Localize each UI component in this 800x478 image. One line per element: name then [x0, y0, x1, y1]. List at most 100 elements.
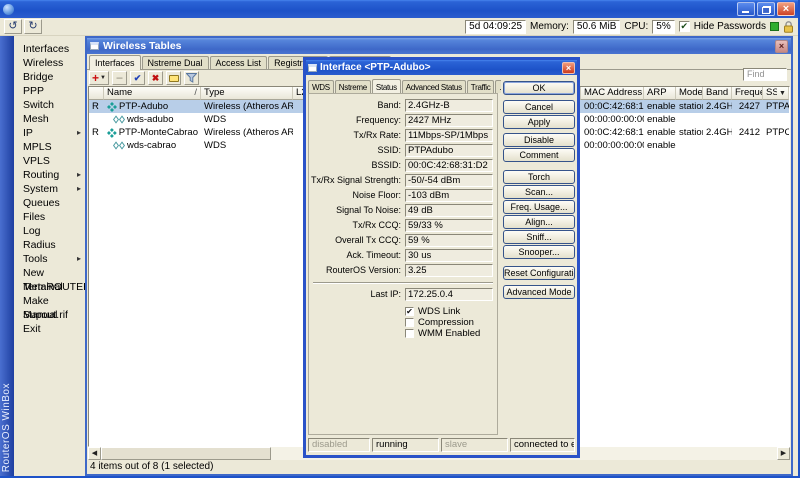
column-header-mode[interactable]: Mode — [676, 87, 703, 100]
scrollbar-thumb[interactable] — [101, 447, 271, 460]
sidebar-item-bridge[interactable]: Bridge — [14, 70, 85, 84]
column-header-flags[interactable] — [89, 87, 104, 100]
column-header-frequency[interactable]: Frequen... — [732, 87, 763, 100]
freq-usage-button[interactable]: Freq. Usage... — [503, 200, 575, 214]
hide-passwords-checkbox[interactable]: ✔ — [679, 21, 690, 32]
field-label: Tx/Rx Rate: — [309, 129, 401, 142]
sidebar-item-radius[interactable]: Radius — [14, 238, 85, 252]
wds-link-checkbox[interactable]: ✔ — [405, 307, 414, 316]
sidebar-item-wireless[interactable]: Wireless — [14, 56, 85, 70]
sidebar-item-system[interactable]: System▸ — [14, 182, 85, 196]
sidebar-item-metarouter[interactable]: MetaROUTER — [14, 280, 85, 294]
memory-label: Memory: — [530, 21, 569, 32]
filter-button[interactable] — [184, 71, 199, 85]
brand-text: RouterOS WinBox — [1, 383, 12, 472]
minimize-icon — [742, 11, 749, 13]
items-status-bar: 4 items out of 8 (1 selected) — [87, 460, 791, 474]
ok-button[interactable]: OK — [503, 81, 575, 95]
dialog-close-button[interactable]: × — [562, 62, 575, 74]
tab-interfaces[interactable]: Interfaces — [89, 55, 141, 70]
tab-more[interactable]: ... — [495, 80, 501, 93]
tab-traffic[interactable]: Traffic — [467, 80, 495, 93]
dialog-titlebar[interactable]: Interface <PTP-Adubo> × — [306, 60, 577, 75]
ack-timeout-value: 30 us — [405, 249, 493, 262]
remove-button[interactable]: − — [112, 71, 127, 85]
wireless-tables-close-button[interactable]: × — [775, 40, 788, 53]
reset-configuration-button[interactable]: Reset Configuration — [503, 266, 575, 280]
comment-button[interactable]: Comment — [503, 148, 575, 162]
column-header-mac-address[interactable]: MAC Address — [581, 87, 644, 100]
field-label: Ack. Timeout: — [309, 249, 401, 262]
submenu-arrow-icon: ▸ — [77, 182, 81, 196]
field-label: Last IP: — [309, 288, 401, 301]
sidebar-item-routing[interactable]: Routing▸ — [14, 168, 85, 182]
compression-label: Compression — [418, 317, 474, 328]
tab-nstreme[interactable]: Nstreme — [335, 80, 371, 93]
apply-button[interactable]: Apply — [503, 115, 575, 129]
disable-button[interactable]: Disable — [503, 133, 575, 147]
advanced-mode-button[interactable]: Advanced Mode — [503, 285, 575, 299]
redo-button[interactable]: ↻ — [24, 19, 42, 34]
dialog-status-strip: disabled running slave connected to ess — [308, 438, 575, 452]
ssid-value: PTPAdubo — [405, 144, 493, 157]
scan-button[interactable]: Scan... — [503, 185, 575, 199]
tab-nstreme-dual[interactable]: Nstreme Dual — [142, 56, 209, 69]
routeros-version-value: 3.25 — [405, 264, 493, 277]
sidebar-item-queues[interactable]: Queues — [14, 196, 85, 210]
winbox-app-window: × ↺ ↻ 5d 04:09:25 Memory: 50.6 MiB CPU: … — [0, 0, 800, 478]
restore-button[interactable] — [757, 2, 775, 16]
sidebar-item-mpls[interactable]: MPLS — [14, 140, 85, 154]
sidebar-item-ip[interactable]: IP▸ — [14, 126, 85, 140]
sidebar-item-ppp[interactable]: PPP — [14, 84, 85, 98]
comment-button[interactable] — [166, 71, 181, 85]
field-label: BSSID: — [309, 159, 401, 172]
wmm-enabled-label: WMM Enabled — [418, 328, 480, 339]
tab-access-list[interactable]: Access List — [210, 56, 268, 69]
enable-button[interactable]: ✔ — [130, 71, 145, 85]
disable-button[interactable]: ✖ — [148, 71, 163, 85]
sidebar-item-switch[interactable]: Switch — [14, 98, 85, 112]
scroll-left-button[interactable]: ◀ — [88, 447, 101, 460]
snooper-button[interactable]: Snooper... — [503, 245, 575, 259]
column-header-arp[interactable]: ARP — [644, 87, 676, 100]
status-running: running — [372, 438, 439, 452]
close-button[interactable]: × — [777, 2, 795, 16]
wmm-enabled-checkbox[interactable] — [405, 329, 414, 338]
scroll-right-button[interactable]: ▶ — [777, 447, 790, 460]
field-label: Noise Floor: — [309, 189, 401, 202]
sidebar-item-vpls[interactable]: VPLS — [14, 154, 85, 168]
sidebar-item-tools[interactable]: Tools▸ — [14, 252, 85, 266]
add-button[interactable]: +▼ — [89, 71, 109, 85]
column-header-band[interactable]: Band — [703, 87, 732, 100]
status-connected-to-ess: connected to ess — [510, 438, 575, 452]
memory-value: 50.6 MiB — [573, 20, 620, 34]
field-label: RouterOS Version: — [309, 264, 401, 277]
app-titlebar[interactable]: × — [0, 0, 798, 18]
cancel-button[interactable]: Cancel — [503, 100, 575, 114]
sidebar-item-new-terminal[interactable]: New Terminal — [14, 266, 85, 280]
column-chooser-icon[interactable]: ▼ — [777, 88, 788, 99]
sidebar-item-manual[interactable]: Manual — [14, 308, 85, 322]
align-button[interactable]: Align... — [503, 215, 575, 229]
wireless-tables-titlebar[interactable]: Wireless Tables × — [87, 38, 791, 54]
column-header-name[interactable]: Name/ — [104, 87, 201, 100]
tx-rx-ccq-value: 59/33 % — [405, 219, 493, 232]
column-header-type[interactable]: Type — [201, 87, 293, 100]
sidebar-item-interfaces[interactable]: Interfaces — [14, 42, 85, 56]
sidebar-item-mesh[interactable]: Mesh — [14, 112, 85, 126]
comment-icon — [169, 75, 179, 82]
tab-advanced-status[interactable]: Advanced Status — [402, 80, 466, 93]
sidebar-item-make-supout-rif[interactable]: Make Supout.rif — [14, 294, 85, 308]
sidebar-item-log[interactable]: Log — [14, 224, 85, 238]
torch-button[interactable]: Torch — [503, 170, 575, 184]
sidebar-item-files[interactable]: Files — [14, 210, 85, 224]
undo-button[interactable]: ↺ — [4, 19, 22, 34]
tab-wds[interactable]: WDS — [308, 80, 334, 93]
status-tab-panel: Band:2.4GHz-B Frequency:2427 MHz Tx/Rx R… — [308, 93, 498, 435]
sidebar-item-exit[interactable]: Exit — [14, 322, 85, 336]
find-input[interactable]: Find — [743, 68, 787, 81]
tab-status[interactable]: Status — [372, 79, 401, 93]
compression-checkbox[interactable] — [405, 318, 414, 327]
minimize-button[interactable] — [737, 2, 755, 16]
sniff-button[interactable]: Sniff... — [503, 230, 575, 244]
